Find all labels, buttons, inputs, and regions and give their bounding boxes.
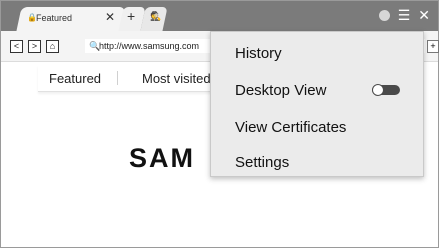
- quick-tab-featured[interactable]: Featured: [49, 71, 101, 86]
- secret-mode-icon[interactable]: 🕵: [150, 11, 161, 22]
- url-text: http://www.samsung.com: [99, 41, 200, 51]
- more-menu: History Desktop View View Certificates S…: [210, 31, 424, 177]
- menu-item-history[interactable]: History: [235, 45, 282, 62]
- quick-tab-most-visited[interactable]: Most visited: [142, 71, 211, 86]
- back-button[interactable]: <: [10, 40, 23, 53]
- tab-featured[interactable]: 🔒 Featured ✕: [19, 7, 123, 31]
- quick-tab-divider: [117, 71, 118, 85]
- menu-item-desktop-view[interactable]: Desktop View: [235, 82, 326, 99]
- browser-window: 🔒 Featured ✕ + 🕵 ☰ ✕ < > ⌂ 🔍 http://www.…: [0, 0, 439, 248]
- home-button[interactable]: ⌂: [46, 40, 59, 53]
- samsung-logo: SAM: [129, 143, 195, 173]
- tab-title: Featured: [36, 13, 73, 23]
- menu-item-view-certificates[interactable]: View Certificates: [235, 119, 346, 136]
- window-controls: ☰ ✕: [378, 7, 430, 24]
- toggle-knob: [372, 84, 384, 96]
- forward-button[interactable]: >: [28, 40, 41, 53]
- close-window-icon[interactable]: ✕: [418, 7, 430, 24]
- tab-bar: 🔒 Featured ✕ + 🕵 ☰ ✕: [1, 1, 438, 31]
- menu-icon[interactable]: ☰: [398, 7, 411, 24]
- menu-item-settings[interactable]: Settings: [235, 154, 289, 171]
- add-bookmark-button[interactable]: +: [427, 40, 439, 53]
- quick-access-tabs: Featured Most visited: [38, 65, 228, 92]
- new-tab-button[interactable]: +: [127, 8, 135, 24]
- close-tab-icon[interactable]: ✕: [105, 10, 115, 24]
- profile-icon[interactable]: [378, 10, 390, 21]
- desktop-view-toggle[interactable]: [372, 84, 400, 96]
